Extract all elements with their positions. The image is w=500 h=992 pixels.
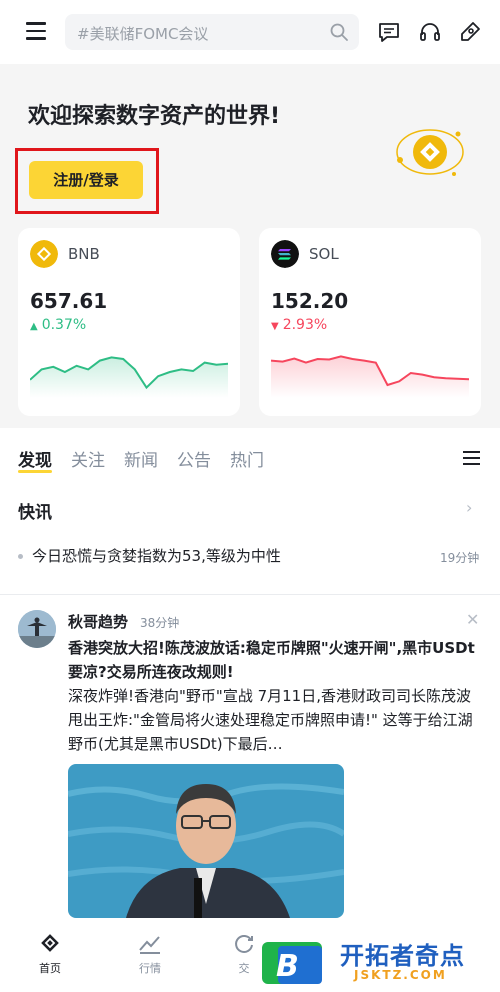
top-bar: #美联储FOMC会议 [0, 0, 500, 64]
coin-change-value: 2.93% [282, 317, 328, 333]
chevron-right-icon[interactable]: › [466, 498, 472, 517]
coin-change: ▲ 0.37% [30, 317, 86, 333]
sol-coin-icon [271, 240, 299, 268]
register-login-button[interactable]: 注册/登录 [29, 161, 143, 199]
menu-icon[interactable] [26, 22, 46, 40]
bullet-dot [18, 554, 23, 559]
post-author[interactable]: 秋哥趋势 [68, 611, 128, 632]
close-icon[interactable]: ✕ [466, 610, 479, 629]
up-triangle-icon: ▲ [30, 321, 38, 332]
login-highlight-box: 注册/登录 [15, 148, 159, 214]
watermark-domain: JSKTZ.COM [354, 968, 447, 982]
down-triangle-icon: ▼ [271, 321, 279, 332]
flash-news-time: 19分钟 [440, 551, 480, 565]
post-image[interactable] [68, 764, 344, 918]
search-icon[interactable] [329, 22, 349, 42]
trade-icon [235, 935, 253, 953]
active-tab-indicator [18, 470, 52, 473]
nav-home-label: 首页 [39, 962, 61, 975]
coin-price: 152.20 [271, 289, 349, 313]
watermark-logo-icon: B [262, 942, 322, 984]
coin-change: ▼ 2.93% [271, 317, 327, 333]
avatar[interactable] [18, 610, 56, 648]
tab-trending[interactable]: 热门 [230, 446, 264, 471]
flash-news-title[interactable]: 快讯 [18, 498, 52, 523]
coin-illustration-icon [396, 129, 464, 176]
coin-symbol: BNB [68, 245, 100, 263]
search-placeholder: #美联储FOMC会议 [77, 25, 209, 43]
post-body[interactable]: 深夜炸弹!香港向"野币"宣战 7月11日,香港财政司司长陈茂波甩出王炸:"金管局… [68, 684, 480, 756]
sparkline-chart [271, 355, 469, 398]
tab-announcements[interactable]: 公告 [177, 446, 211, 471]
markets-icon [139, 936, 160, 954]
flash-news-item[interactable]: 今日恐慌与贪婪指数为53,等级为中性 [32, 545, 281, 566]
nav-markets[interactable]: 行情 [120, 930, 180, 976]
headset-icon[interactable] [418, 20, 442, 44]
hero-section: 欢迎探索数字资产的世界! 注册/登录 BNB 657.61 ▲ 0.37% SOL… [0, 64, 500, 428]
nav-markets-label: 行情 [139, 962, 161, 975]
home-icon [41, 934, 59, 952]
welcome-title: 欢迎探索数字资产的世界! [28, 104, 281, 129]
market-card-sol[interactable]: SOL 152.20 ▼ 2.93% [259, 228, 481, 416]
sparkline-chart [30, 356, 228, 398]
coin-change-value: 0.37% [41, 317, 87, 333]
divider [0, 594, 500, 595]
bnb-coin-icon [30, 240, 58, 268]
tab-discover[interactable]: 发现 [18, 446, 52, 471]
nav-home[interactable]: 首页 [20, 930, 80, 976]
pen-icon[interactable] [458, 20, 482, 44]
search-input[interactable]: #美联储FOMC会议 [65, 14, 359, 50]
coin-symbol: SOL [309, 245, 339, 263]
avatar-image-icon [18, 610, 56, 648]
coin-price: 657.61 [30, 289, 108, 313]
site-watermark: B 开拓者奇点 JSKTZ.COM [258, 934, 494, 992]
tab-following[interactable]: 关注 [71, 446, 105, 471]
tab-news[interactable]: 新闻 [124, 446, 158, 471]
feed-tabs: 发现 关注 新闻 公告 热门 [0, 440, 500, 476]
watermark-logo-letter: B [276, 949, 299, 984]
post-headline[interactable]: 香港突放大招!陈茂波放话:稳定币牌照"火速开闸",黑市USDt要凉?交易所连夜改… [68, 636, 480, 684]
watermark-name: 开拓者奇点 [340, 942, 465, 970]
tabs-menu-icon[interactable] [463, 451, 480, 465]
market-card-bnb[interactable]: BNB 657.61 ▲ 0.37% [18, 228, 240, 416]
post-photo-icon [68, 764, 344, 918]
message-icon[interactable] [377, 20, 401, 44]
post-time: 38分钟 [140, 616, 180, 630]
